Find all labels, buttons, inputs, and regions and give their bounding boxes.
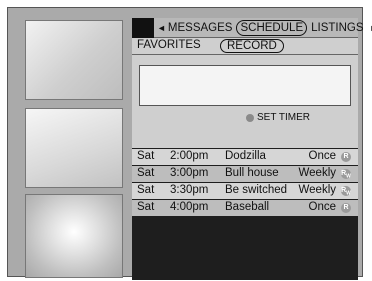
preview-thumbnail-3[interactable] (25, 194, 123, 278)
schedule-list: Sat 2:00pm Dodzilla Once R Sat 3:00pm Bu… (132, 149, 358, 217)
schedule-row[interactable]: Sat 3:30pm Be switched Weekly RW (132, 183, 358, 199)
record-dot-icon (246, 113, 254, 122)
row-frequency: Weekly (298, 167, 337, 179)
record-weekly-icon: RW (341, 186, 351, 197)
channel-indicator (132, 18, 154, 38)
row-title: Bull house (225, 167, 279, 179)
row-day: Sat (137, 150, 155, 162)
record-weekly-icon: RW (341, 169, 351, 180)
row-day: Sat (137, 201, 155, 213)
row-frequency: Once (308, 201, 337, 213)
row-frequency: Weekly (298, 184, 337, 196)
record-once-icon: R (341, 203, 351, 213)
set-timer-button[interactable]: SET TIMER (246, 112, 310, 123)
record-once-icon: R (341, 152, 351, 162)
subtab-record[interactable]: RECORD (220, 39, 284, 53)
left-arrow-icon[interactable]: ◄ (157, 23, 166, 33)
schedule-panel: ◄ MESSAGES SCHEDULE LISTINGS ► FAVORITES… (132, 18, 372, 280)
tab-schedule[interactable]: SCHEDULE (236, 20, 308, 36)
tv-guide-screen: ◄ MESSAGES SCHEDULE LISTINGS ► FAVORITES… (0, 0, 372, 281)
row-time: 4:00pm (170, 201, 209, 213)
row-title: Be switched (225, 184, 288, 196)
row-day: Sat (137, 184, 155, 196)
tab-messages[interactable]: MESSAGES (168, 22, 233, 34)
info-area: SET TIMER (132, 55, 358, 148)
row-time: 3:00pm (170, 167, 209, 179)
set-timer-label: SET TIMER (257, 112, 310, 123)
row-title: Baseball (225, 201, 270, 213)
sub-tab-bar: FAVORITES RECORD (132, 38, 358, 55)
program-info-box (139, 65, 351, 106)
row-frequency: Once (308, 150, 337, 162)
tab-listings[interactable]: LISTINGS (311, 22, 363, 34)
tab-bar: ◄ MESSAGES SCHEDULE LISTINGS ► (132, 18, 372, 38)
preview-thumbnail-1[interactable] (25, 20, 123, 100)
row-time: 3:30pm (170, 184, 209, 196)
schedule-row[interactable]: Sat 3:00pm Bull house Weekly RW (132, 166, 358, 182)
subtab-favorites[interactable]: FAVORITES (137, 39, 201, 51)
preview-thumbnail-2[interactable] (25, 108, 123, 188)
row-time: 2:00pm (170, 150, 209, 162)
schedule-row[interactable]: Sat 4:00pm Baseball Once R (132, 200, 358, 216)
row-day: Sat (137, 167, 155, 179)
schedule-row[interactable]: Sat 2:00pm Dodzilla Once R (132, 149, 358, 165)
tabs: ◄ MESSAGES SCHEDULE LISTINGS ► (157, 18, 372, 38)
row-title: Dodzilla (225, 150, 266, 162)
